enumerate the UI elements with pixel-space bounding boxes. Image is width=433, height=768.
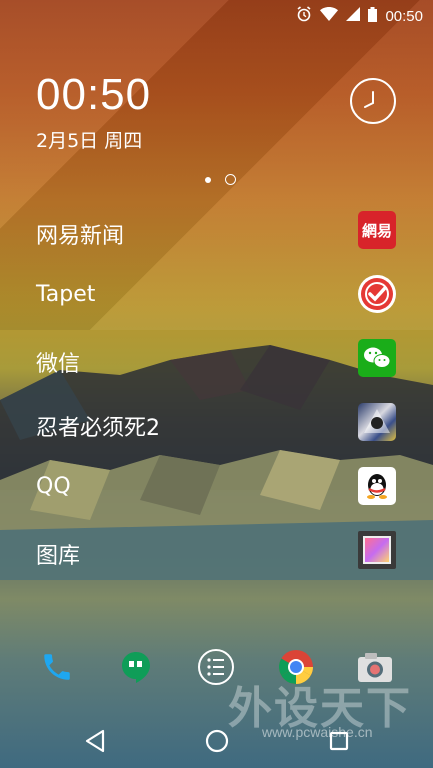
ninja-game-icon[interactable] <box>358 403 396 441</box>
analog-clock-icon[interactable] <box>350 78 396 124</box>
app-label: QQ <box>36 474 71 499</box>
back-button[interactable] <box>81 726 111 756</box>
hangouts-icon[interactable] <box>116 647 156 687</box>
home-button[interactable] <box>202 726 232 756</box>
app-label: 网易新闻 <box>36 224 125 249</box>
clock-time[interactable]: 00:50 <box>36 70 151 120</box>
status-time: 00:50 <box>385 7 423 25</box>
status-bar: 00:50 <box>0 0 433 32</box>
netease-news-icon[interactable]: 網易 <box>358 211 396 249</box>
app-label: 微信 <box>36 352 81 377</box>
qq-icon[interactable] <box>358 467 396 505</box>
battery-icon <box>368 6 378 26</box>
gallery-icon[interactable] <box>358 531 396 569</box>
app-row-ninja[interactable]: 忍者必须死2 <box>0 392 433 456</box>
page-dot-active <box>205 176 211 183</box>
app-row-netease[interactable]: 网易新闻 網易 <box>0 200 433 264</box>
alarm-icon <box>296 6 312 26</box>
app-label: 图库 <box>36 544 81 569</box>
page-dot <box>225 174 236 185</box>
app-row-gallery[interactable]: 图库 <box>0 520 433 584</box>
recents-button[interactable] <box>324 726 354 756</box>
app-label: 忍者必须死2 <box>36 416 160 441</box>
signal-icon <box>346 7 361 25</box>
app-row-wechat[interactable]: 微信 <box>0 328 433 392</box>
wechat-icon[interactable] <box>358 339 396 377</box>
clock-date[interactable]: 2月5日 周四 <box>36 126 142 153</box>
page-indicator <box>205 174 236 185</box>
app-label: Tapet <box>36 282 96 307</box>
netease-icon-text: 網易 <box>361 221 392 240</box>
navigation-bar <box>0 712 433 768</box>
app-list: 网易新闻 網易 Tapet 微信 忍者必须死2 QQ 图库 <box>0 200 433 584</box>
phone-icon[interactable] <box>37 647 77 687</box>
wifi-icon <box>320 7 339 25</box>
app-row-tapet[interactable]: Tapet <box>0 264 433 328</box>
app-row-qq[interactable]: QQ <box>0 456 433 520</box>
tapet-icon[interactable] <box>358 275 396 313</box>
